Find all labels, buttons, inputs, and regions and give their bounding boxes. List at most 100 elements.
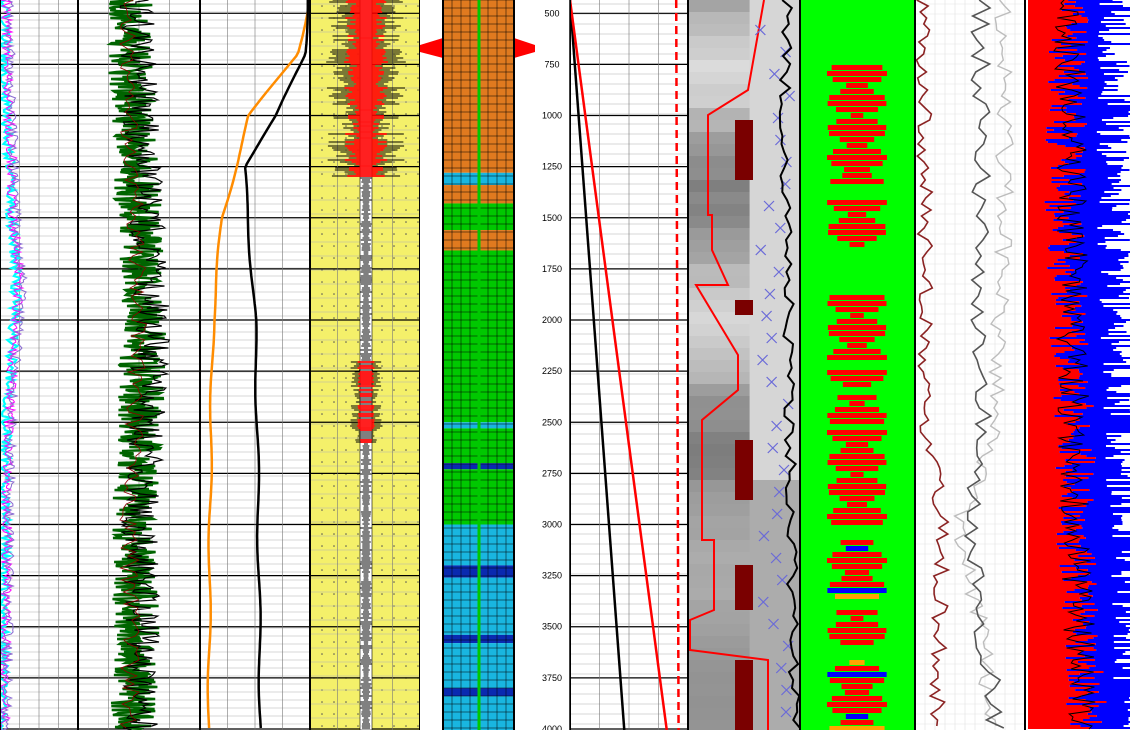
sand-dot xyxy=(345,413,347,415)
sand-dot xyxy=(321,461,323,463)
sand-dot xyxy=(345,365,347,367)
sand-dot xyxy=(321,53,323,55)
track-8-symbol xyxy=(827,101,887,106)
sand-dot xyxy=(333,653,335,655)
sand-dot xyxy=(333,173,335,175)
sand-dot xyxy=(405,593,407,595)
sand-dot xyxy=(417,389,419,391)
track-8-symbol xyxy=(850,313,864,318)
track-8-symbol xyxy=(845,442,869,447)
track-8-symbol xyxy=(834,594,880,599)
sand-dot xyxy=(357,701,359,703)
track-8-symbol xyxy=(838,218,876,223)
sand-dot xyxy=(333,29,335,31)
sand-dot xyxy=(321,173,323,175)
depth-tick-label: 1750 xyxy=(542,264,562,274)
depth-tick-label: 1500 xyxy=(542,213,562,223)
sand-dot xyxy=(417,641,419,643)
sand-dot xyxy=(357,617,359,619)
sand-dot xyxy=(345,581,347,583)
sand-dot xyxy=(357,221,359,223)
track-8-symbol xyxy=(827,514,887,519)
sand-dot xyxy=(417,89,419,91)
sand-dot xyxy=(393,5,395,7)
sand-dot xyxy=(393,701,395,703)
sand-dot xyxy=(333,581,335,583)
track-8-symbol xyxy=(835,307,879,312)
sand-dot xyxy=(405,545,407,547)
sand-dot xyxy=(321,377,323,379)
sand-dot xyxy=(393,653,395,655)
sand-dot xyxy=(321,89,323,91)
sand-dot xyxy=(405,65,407,67)
sand-dot xyxy=(381,701,383,703)
track-8-symbol xyxy=(828,331,886,336)
sand-dot xyxy=(393,281,395,283)
shade-block xyxy=(688,288,750,300)
sand-dot xyxy=(417,569,419,571)
sand-dot xyxy=(345,113,347,115)
sand-dot xyxy=(321,233,323,235)
sand-dot xyxy=(333,233,335,235)
sand-dot xyxy=(333,305,335,307)
track-8-symbol xyxy=(833,149,881,154)
depth-tick-label: 2500 xyxy=(542,417,562,427)
sand-dot xyxy=(381,257,383,259)
depth-tick-label: 3250 xyxy=(542,571,562,581)
sand-dot xyxy=(333,341,335,343)
sand-dot xyxy=(345,197,347,199)
sand-dot xyxy=(393,257,395,259)
sand-dot xyxy=(321,365,323,367)
sand-dot xyxy=(405,329,407,331)
sand-dot xyxy=(381,329,383,331)
sand-dot xyxy=(405,53,407,55)
sand-dot xyxy=(393,365,395,367)
sand-dot xyxy=(333,293,335,295)
track-8-symbol xyxy=(844,570,870,575)
track-8-symbol xyxy=(829,726,885,730)
sand-dot xyxy=(405,401,407,403)
sand-dot xyxy=(381,497,383,499)
shade-block xyxy=(688,372,750,384)
sand-dot xyxy=(417,317,419,319)
sand-dot xyxy=(405,485,407,487)
sand-dot xyxy=(393,125,395,127)
sand-dot xyxy=(321,5,323,7)
sand-dot xyxy=(393,593,395,595)
sand-dot xyxy=(345,209,347,211)
sand-dot xyxy=(393,221,395,223)
sand-dot xyxy=(321,497,323,499)
sand-dot xyxy=(393,317,395,319)
well-log-plot: 500 750 1000 1250 1500 1750 2000 2250 2500 2750 30… xyxy=(0,0,1130,730)
sand-dot xyxy=(345,617,347,619)
sand-dot xyxy=(381,533,383,535)
sand-dot xyxy=(321,221,323,223)
sand-dot xyxy=(417,257,419,259)
sand-dot xyxy=(381,461,383,463)
track-8-symbol xyxy=(827,702,887,707)
sand-dot xyxy=(333,497,335,499)
sand-dot xyxy=(417,461,419,463)
track-8-symbol xyxy=(832,552,882,557)
track-6-line-3 xyxy=(674,0,680,730)
sand-dot xyxy=(345,461,347,463)
track-7-facies-block xyxy=(735,300,753,315)
sand-dot xyxy=(345,317,347,319)
sand-dot xyxy=(357,497,359,499)
sand-dot xyxy=(357,461,359,463)
sand-dot xyxy=(417,341,419,343)
sand-dot xyxy=(333,641,335,643)
sand-dot xyxy=(405,149,407,151)
sand-dot xyxy=(345,245,347,247)
track-6-line-2 xyxy=(568,0,668,730)
sand-dot xyxy=(393,425,395,427)
sand-dot xyxy=(381,569,383,571)
sand-dot xyxy=(405,461,407,463)
track-8-symbol xyxy=(840,640,874,645)
sand-dot xyxy=(345,629,347,631)
sand-dot xyxy=(321,281,323,283)
sand-dot xyxy=(333,329,335,331)
sand-dot xyxy=(417,53,419,55)
sand-dot xyxy=(321,425,323,427)
sand-dot xyxy=(417,65,419,67)
